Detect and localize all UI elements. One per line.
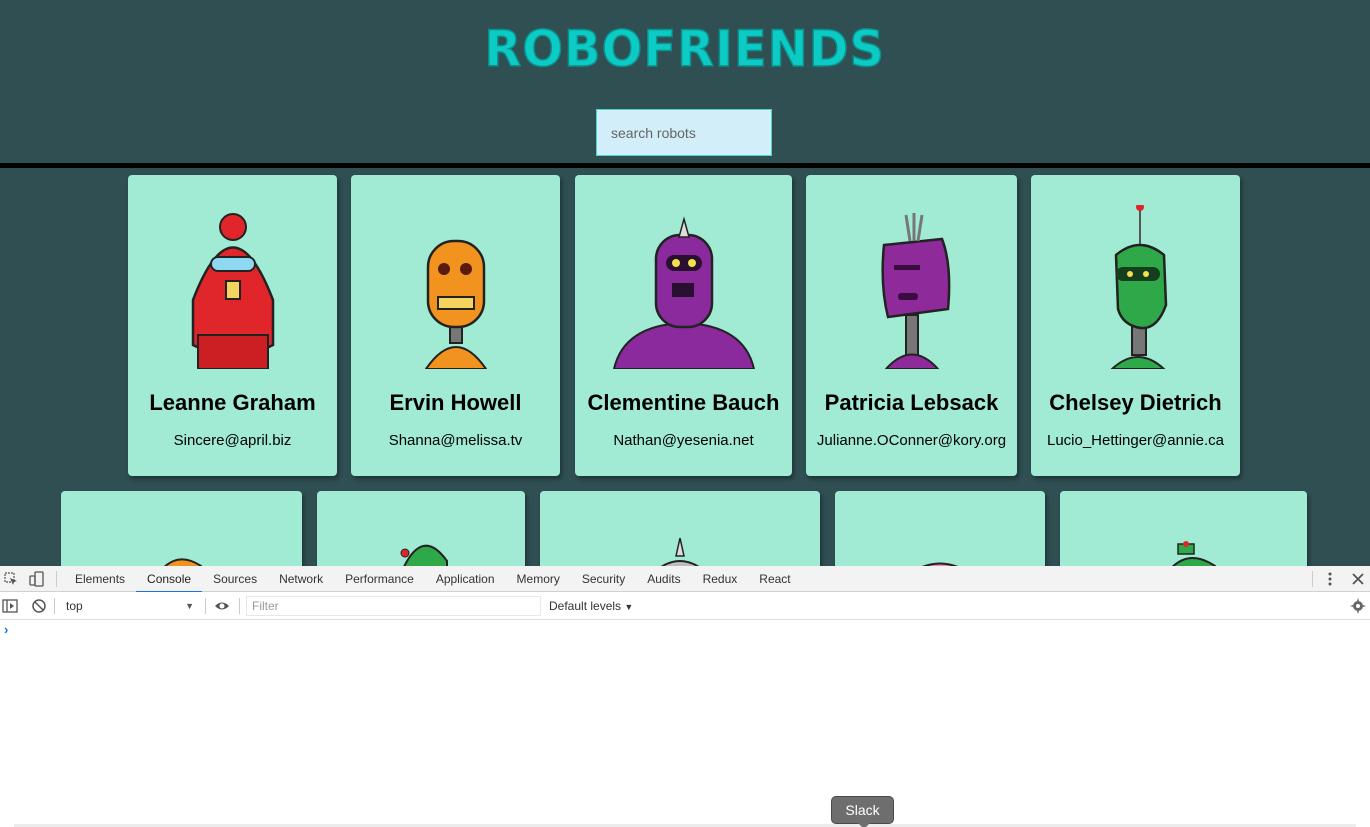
tab-memory[interactable]: Memory xyxy=(506,566,571,592)
robot-card[interactable]: Patricia Lebsack Julianne.OConner@kory.o… xyxy=(806,175,1017,476)
robot-card[interactable] xyxy=(317,491,525,566)
robot-avatar xyxy=(1172,541,1216,566)
console-toolbar: top ▼ Default levels ▼ xyxy=(0,592,1370,620)
robot-card[interactable] xyxy=(835,491,1045,566)
robot-email: Julianne.OConner@kory.org xyxy=(816,432,1007,449)
robot-card[interactable] xyxy=(61,491,302,566)
robot-card[interactable] xyxy=(540,491,820,566)
robot-avatar xyxy=(164,558,202,566)
robot-card[interactable]: Chelsey Dietrich Lucio_Hettinger@annie.c… xyxy=(1031,175,1240,476)
robot-email: Lucio_Hettinger@annie.ca xyxy=(1046,432,1224,449)
robot-card[interactable]: Leanne Graham Sincere@april.biz xyxy=(128,175,337,476)
robofriends-app: ROBOFRIENDS Leanne Graham Sincere@april.… xyxy=(0,0,1370,566)
robot-avatar xyxy=(1110,205,1167,369)
robot-avatar xyxy=(191,213,274,369)
robot-email: Nathan@yesenia.net xyxy=(613,432,754,449)
robot-card[interactable] xyxy=(1060,491,1307,566)
robot-avatar xyxy=(400,544,448,566)
context-value: top xyxy=(66,599,83,613)
dropdown-arrow-icon: ▼ xyxy=(624,602,634,612)
header-divider xyxy=(0,163,1370,168)
tab-redux[interactable]: Redux xyxy=(692,566,749,592)
context-selector[interactable]: top ▼ xyxy=(58,596,198,616)
robot-name: Chelsey Dietrich xyxy=(1049,390,1222,415)
dropdown-arrow-icon: ▼ xyxy=(185,601,194,611)
robot-card[interactable]: Ervin Howell Shanna@melissa.tv xyxy=(351,175,560,476)
log-levels-dropdown[interactable]: Default levels ▼ xyxy=(549,596,633,616)
inspect-element-icon[interactable] xyxy=(3,571,19,587)
tab-react[interactable]: React xyxy=(748,566,801,592)
clear-console-icon[interactable] xyxy=(31,598,47,614)
tab-console[interactable]: Console xyxy=(136,566,203,593)
settings-gear-icon[interactable] xyxy=(1350,598,1366,614)
robot-avatar xyxy=(880,213,950,369)
close-icon[interactable] xyxy=(1350,571,1366,587)
robot-email: Shanna@melissa.tv xyxy=(388,432,523,449)
robot-name: Clementine Bauch xyxy=(587,390,780,415)
robot-name: Patricia Lebsack xyxy=(824,390,999,415)
robot-email: Sincere@april.biz xyxy=(173,432,292,449)
devtools-tabbar: Elements Console Sources Network Perform… xyxy=(0,566,1370,593)
tab-network[interactable]: Network xyxy=(268,566,334,592)
robot-name: Leanne Graham xyxy=(149,390,316,415)
tab-elements[interactable]: Elements xyxy=(64,566,136,592)
tab-application[interactable]: Application xyxy=(425,566,506,592)
search-input[interactable] xyxy=(596,109,772,156)
log-levels-label: Default levels xyxy=(549,599,622,613)
console-prompt[interactable]: › xyxy=(4,622,8,637)
robot-avatar xyxy=(660,537,700,566)
robot-avatar xyxy=(424,239,487,369)
device-toolbar-icon[interactable] xyxy=(29,571,45,587)
tab-audits[interactable]: Audits xyxy=(636,566,691,592)
robot-name: Ervin Howell xyxy=(389,390,522,415)
robot-avatar xyxy=(612,216,755,369)
tab-sources[interactable]: Sources xyxy=(202,566,268,592)
devtools-tabs: Elements Console Sources Network Perform… xyxy=(64,566,802,593)
devtools-panel: Elements Console Sources Network Perform… xyxy=(0,566,1370,827)
robot-card[interactable]: Clementine Bauch Nathan@yesenia.net xyxy=(575,175,792,476)
tab-security[interactable]: Security xyxy=(571,566,636,592)
app-title: ROBOFRIENDS xyxy=(484,20,886,78)
filter-input[interactable] xyxy=(246,596,541,616)
robot-avatar xyxy=(922,562,958,566)
tab-performance[interactable]: Performance xyxy=(334,566,425,592)
more-options-icon[interactable] xyxy=(1322,571,1338,587)
slack-tooltip: Slack xyxy=(831,796,894,827)
sidebar-toggle-icon[interactable] xyxy=(2,598,18,614)
live-expression-eye-icon[interactable] xyxy=(214,599,230,613)
